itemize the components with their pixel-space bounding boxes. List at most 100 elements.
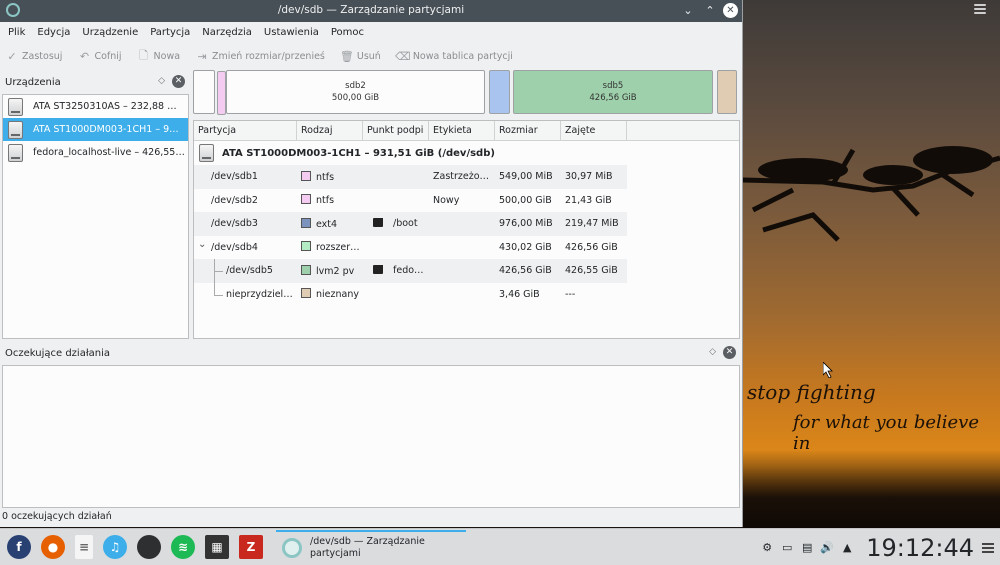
- header-partition[interactable]: Partycja: [194, 121, 297, 140]
- table-row[interactable]: /dev/sdb1 ntfs Zastrzeżo… 549,00 MiB 30,97 M…: [194, 165, 627, 189]
- display-icon[interactable]: ▭: [780, 541, 794, 555]
- taskbar-task-partition-manager[interactable]: /dev/sdb — Zarządzanie partycjami: [276, 530, 466, 564]
- cell-type: ntfs: [297, 194, 363, 206]
- media-player-icon[interactable]: [137, 535, 161, 559]
- new-button[interactable]: 🗋 Nowa: [138, 49, 181, 62]
- menu-tools[interactable]: Narzędzia: [196, 27, 258, 38]
- cell-used: ---: [565, 288, 576, 300]
- volume-icon[interactable]: 🔊: [820, 541, 834, 555]
- pending-panel-title: Oczekujące działania: [5, 347, 111, 359]
- cell-partition: /dev/sdb5: [226, 265, 273, 277]
- device-item-selected[interactable]: ATA ST1000DM003-1CH1 – 9…: [3, 118, 188, 141]
- header-type[interactable]: Rodzaj: [297, 121, 363, 140]
- filesystem-type: ext4: [316, 218, 338, 230]
- new-label: Nowa: [153, 50, 181, 62]
- calculator-icon[interactable]: ▦: [205, 535, 229, 559]
- filesystem-type: nieznany: [316, 289, 359, 301]
- header-size[interactable]: Rozmiar: [495, 121, 561, 140]
- apply-button[interactable]: ✓ Zastosuj: [6, 50, 63, 63]
- segment-label: sdb2: [345, 81, 366, 91]
- device-label: ATA ST1000DM003-1CH1 – 9…: [33, 124, 179, 135]
- filezilla-icon[interactable]: Z: [239, 535, 263, 559]
- disk-row[interactable]: ATA ST1000DM003-1CH1 – 931,51 GiB (/dev/…: [194, 141, 739, 165]
- devices-panel-title: Urządzenia: [5, 76, 61, 88]
- segment-label: sdb5: [602, 81, 624, 91]
- table-header: Partycja Rodzaj Punkt podpi Etykieta Roz…: [194, 121, 739, 141]
- partition-segment-sdb5[interactable]: sdb5 426,56 GiB: [513, 70, 713, 114]
- taskbar: f ● ≡ ♫ ≋ ▦ Z /dev/sdb — Zarządzanie par…: [0, 528, 1000, 565]
- close-icon[interactable]: ✕: [723, 3, 738, 18]
- lock-icon: [373, 265, 383, 275]
- tree-line: [214, 282, 215, 295]
- partition-segment-sdb3[interactable]: [489, 70, 510, 114]
- firefox-icon[interactable]: ●: [41, 535, 65, 559]
- tray-expand-icon[interactable]: ▲: [840, 541, 854, 555]
- panel-menu-icon[interactable]: [982, 541, 994, 555]
- header-used[interactable]: Zajęte: [561, 121, 627, 140]
- tree-line: [214, 294, 223, 296]
- device-item[interactable]: fedora_localhost-live – 426,55…: [3, 141, 188, 164]
- table-row[interactable]: /dev/sdb2 ntfs Nowy 500,00 GiB 21,43 GiB: [194, 189, 627, 213]
- menu-help[interactable]: Pomoc: [325, 27, 370, 38]
- ground-silhouette: [743, 450, 1000, 530]
- float-panel-icon[interactable]: ◇: [709, 347, 716, 357]
- header-mount[interactable]: Punkt podpi: [363, 121, 429, 140]
- cell-used: 426,56 GiB: [565, 241, 618, 253]
- resize-label: Zmień rozmiar/przenieś: [212, 50, 325, 62]
- minimize-icon[interactable]: ⌄: [679, 2, 697, 20]
- clipboard-icon[interactable]: ▤: [800, 541, 814, 555]
- menu-partition[interactable]: Partycja: [144, 27, 196, 38]
- headphones-icon[interactable]: ♫: [103, 535, 127, 559]
- desktop-menu-icon[interactable]: [974, 2, 986, 14]
- fedora-launcher-icon[interactable]: f: [7, 535, 31, 559]
- menu-device[interactable]: Urządzenie: [76, 27, 144, 38]
- maximize-icon[interactable]: ⌃: [701, 2, 719, 20]
- cell-partition: /dev/sdb1: [211, 171, 258, 183]
- partition-segment-sdb1[interactable]: [193, 70, 226, 115]
- close-panel-icon[interactable]: ✕: [723, 346, 736, 359]
- spotify-icon[interactable]: ≋: [171, 535, 195, 559]
- filesystem-type: rozszer…: [316, 242, 360, 254]
- cell-size: 976,00 MiB: [499, 218, 553, 230]
- close-panel-icon[interactable]: ✕: [172, 75, 185, 88]
- resize-icon: ⇥: [197, 49, 207, 63]
- cell-used: 30,97 MiB: [565, 171, 613, 183]
- expand-chevron-icon[interactable]: ⌄: [198, 239, 206, 250]
- hard-disk-icon: [8, 120, 23, 139]
- menu-file[interactable]: Plik: [2, 27, 31, 38]
- undo-button[interactable]: ↶ Cofnij: [78, 49, 122, 63]
- menu-settings[interactable]: Ustawienia: [258, 27, 325, 38]
- table-row[interactable]: nieprzydziel… nieznany 3,46 GiB ---: [194, 282, 627, 307]
- resize-move-button[interactable]: ⇥ Zmień rozmiar/przenieś: [196, 49, 325, 63]
- table-row[interactable]: /dev/sdb4 rozszer… 430,02 GiB 426,56 GiB ⌄: [194, 236, 627, 260]
- settings-icon[interactable]: ⚙: [760, 541, 774, 555]
- device-item[interactable]: ATA ST3250310AS – 232,88 …: [3, 95, 188, 118]
- float-panel-icon[interactable]: ◇: [158, 76, 165, 86]
- cell-label: Zastrzeżo…: [433, 171, 490, 183]
- clock[interactable]: 19:12:44: [866, 534, 974, 562]
- apply-label: Zastosuj: [22, 50, 63, 62]
- new-partition-table-button[interactable]: ⌫ Nowa tablica partycji: [395, 50, 513, 63]
- cell-partition: nieprzydziel…: [226, 288, 293, 300]
- filesystem-color-swatch: [301, 288, 311, 299]
- filesystem-color-swatch: [301, 170, 311, 181]
- partition-segment-sdb2[interactable]: sdb2 500,00 GiB: [226, 70, 485, 114]
- title-bar[interactable]: /dev/sdb — Zarządzanie partycjami ⌄ ⌃ ✕: [0, 0, 742, 22]
- table-row[interactable]: /dev/sdb3 ext4/boot 976,00 MiB 219,47 MiB: [194, 212, 627, 236]
- delete-button[interactable]: 🗑 Usuń: [340, 50, 381, 63]
- text-editor-icon[interactable]: ≡: [75, 535, 93, 559]
- table-row[interactable]: /dev/sdb5 lvm2 pv fedo… 426,56 GiB 426,55 Gi…: [194, 259, 627, 283]
- header-label[interactable]: Etykieta: [429, 121, 495, 140]
- pending-operations-panel: Oczekujące działania ◇ ✕: [2, 343, 740, 509]
- partition-map: sdb2 500,00 GiB sdb5 426,56 GiB: [193, 70, 740, 115]
- undo-label: Cofnij: [94, 50, 122, 62]
- menu-edit[interactable]: Edycja: [31, 27, 76, 38]
- partition-segment-unallocated[interactable]: [717, 70, 737, 114]
- cell-type: lvm2 pv: [297, 264, 363, 277]
- undo-icon: ↶: [79, 49, 90, 63]
- filesystem-color-swatch: [301, 264, 311, 275]
- filesystem-type: ntfs: [316, 171, 335, 183]
- cell-size: 549,00 MiB: [499, 171, 553, 183]
- cell-used: 219,47 MiB: [565, 218, 619, 230]
- hard-disk-icon: [8, 143, 23, 162]
